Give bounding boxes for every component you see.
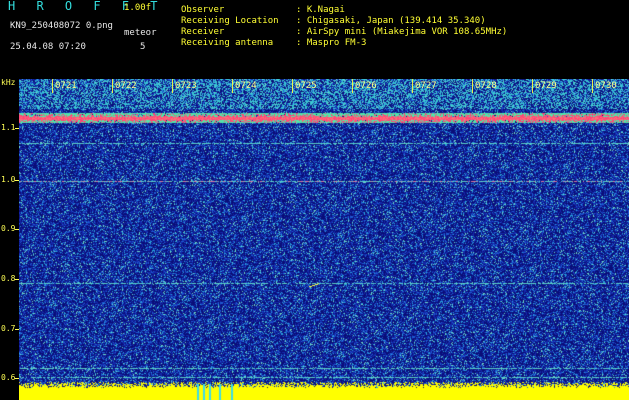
time-label-0725: 0725 <box>295 81 317 91</box>
axis-unit: kHz <box>1 78 16 87</box>
time-label-0728: 0728 <box>475 81 497 91</box>
time-label-0729: 0729 <box>535 81 557 91</box>
meta-key-receiver: Receiver <box>181 27 225 37</box>
meteor-count: 5 <box>140 42 146 52</box>
time-marker <box>52 79 53 93</box>
frequency-axis: kHz 1.1 1.0 0.9 0.8 0.7 0.6 <box>0 78 19 400</box>
axis-label-0-7: 0.7 <box>1 324 16 333</box>
meta-value-observer: : K.Nagai <box>296 5 345 15</box>
time-marker <box>472 79 473 93</box>
meta-key-antenna: Receiving antenna <box>181 38 274 48</box>
header-panel: H R O F F T 1.00f KN9_250408072 0.png 25… <box>0 0 629 78</box>
time-label-0724: 0724 <box>235 81 257 91</box>
axis-label-1-0: 1.0 <box>1 175 16 184</box>
time-marker <box>232 79 233 93</box>
time-marker <box>112 79 113 93</box>
time-label-0722: 0722 <box>115 81 137 91</box>
axis-label-0-8: 0.8 <box>1 274 16 283</box>
meta-value-location: : Chigasaki, Japan (139.414 35.340) <box>296 16 486 26</box>
spectrogram-waterfall <box>19 79 629 400</box>
axis-label-0-6: 0.6 <box>1 373 16 382</box>
app-version: 1.00f <box>124 3 152 13</box>
meta-key-location: Receiving Location <box>181 16 279 26</box>
time-label-0727: 0727 <box>415 81 437 91</box>
file-name: KN9_250408072 0.png <box>10 21 113 31</box>
meteor-label: meteor <box>124 28 157 38</box>
meta-value-antenna: : Maspro FM-3 <box>296 38 367 48</box>
time-marker <box>412 79 413 93</box>
axis-label-1-1: 1.1 <box>1 123 16 132</box>
axis-label-0-9: 0.9 <box>1 224 16 233</box>
time-marker <box>172 79 173 93</box>
time-marker <box>352 79 353 93</box>
meta-value-receiver: : AirSpy mini (Miakejima VOR 108.65MHz) <box>296 27 508 37</box>
time-marker <box>532 79 533 93</box>
time-marker <box>592 79 593 93</box>
time-label-0730: 0730 <box>595 81 617 91</box>
time-marker <box>292 79 293 93</box>
time-label-0726: 0726 <box>355 81 377 91</box>
time-label-0723: 0723 <box>175 81 197 91</box>
date-time: 25.04.08 07:20 <box>10 42 86 52</box>
time-label-0721: 0721 <box>55 81 77 91</box>
meta-key-observer: Observer <box>181 5 225 15</box>
